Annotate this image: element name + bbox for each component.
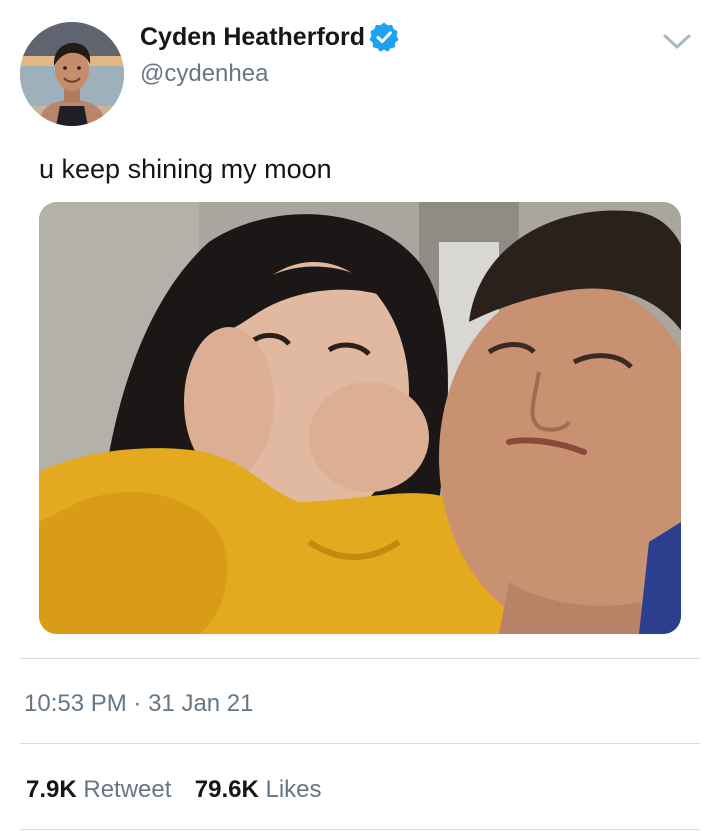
retweets-stat[interactable]: 7.9K Retweet	[26, 776, 178, 803]
tweet-date: 31 Jan 21	[148, 690, 254, 717]
verified-badge-icon	[369, 22, 399, 52]
avatar-photo-icon	[20, 22, 124, 126]
retweets-count: 7.9K	[26, 776, 77, 803]
divider	[20, 658, 700, 659]
timestamp-separator: ·	[133, 690, 142, 717]
chevron-down-icon[interactable]	[660, 28, 694, 54]
likes-count: 79.6K	[194, 776, 259, 803]
tweet-timestamp: 10:53 PM · 31 Jan 21	[24, 689, 254, 719]
avatar[interactable]	[20, 22, 124, 126]
retweets-label: Retweet	[83, 776, 172, 803]
tweet-photo[interactable]	[39, 202, 681, 634]
user-handle[interactable]: @cydenhea	[140, 60, 268, 88]
photo-image-icon	[39, 202, 681, 634]
tweet-text: u keep shining my moon	[39, 154, 332, 184]
divider	[20, 743, 700, 744]
likes-stat[interactable]: 79.6K Likes	[195, 776, 322, 803]
tweet-time: 10:53 PM	[24, 690, 127, 717]
tweet-card: Cyden Heatherford @cydenhea u keep shini…	[0, 0, 720, 831]
likes-label: Likes	[265, 776, 322, 803]
divider	[20, 829, 700, 830]
display-name[interactable]: Cyden Heatherford	[140, 22, 365, 52]
tweet-stats: 7.9K Retweet 79.6K Likes	[26, 774, 322, 806]
